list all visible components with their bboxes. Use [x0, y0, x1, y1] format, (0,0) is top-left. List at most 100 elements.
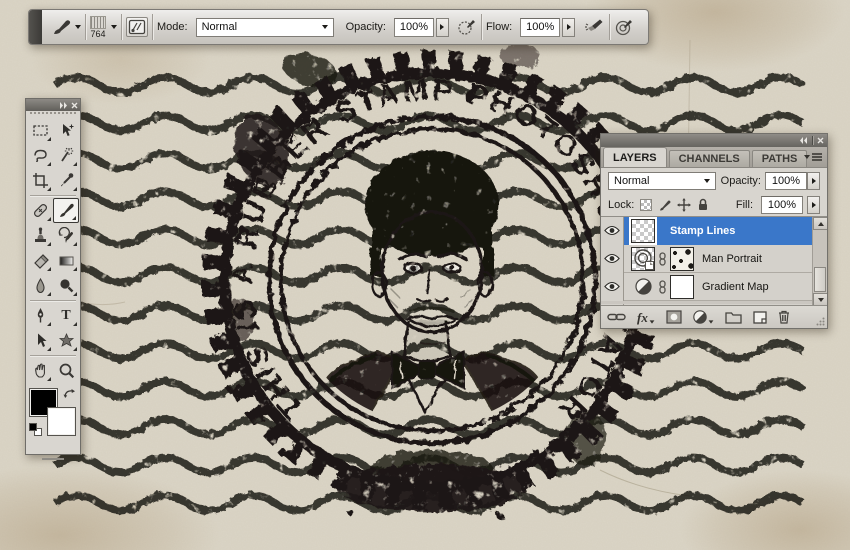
tool-options-bar: 764 Mode: Normal Opacity: 100% Flow: 100…: [28, 9, 649, 45]
tool-path-selection[interactable]: [27, 328, 53, 353]
tool-zoom[interactable]: [53, 358, 79, 383]
tool-type[interactable]: T: [53, 303, 79, 328]
delete-layer-icon[interactable]: [778, 310, 790, 324]
swap-colors-icon[interactable]: [62, 387, 77, 400]
divider: [30, 195, 76, 196]
layer-opacity-value: 100%: [772, 175, 800, 187]
expand-icon[interactable]: [59, 102, 68, 109]
tool-history-brush[interactable]: [53, 223, 79, 248]
new-group-icon[interactable]: [725, 311, 742, 324]
collapse-icon[interactable]: [799, 137, 808, 144]
lock-all-icon[interactable]: [695, 198, 710, 213]
flow-spinner[interactable]: [562, 18, 575, 37]
tool-rectangular-marquee[interactable]: [27, 118, 53, 143]
tool-clone-stamp[interactable]: [27, 223, 53, 248]
layer-mask-thumbnail[interactable]: [670, 247, 694, 271]
layer-name[interactable]: Man Portrait: [702, 253, 762, 265]
tool-brush[interactable]: [53, 198, 79, 223]
close-icon[interactable]: [817, 137, 824, 144]
tab-layers[interactable]: LAYERS: [603, 147, 667, 167]
layer-opacity-spinner[interactable]: [807, 172, 820, 190]
tool-preset-arrow[interactable]: [75, 25, 81, 29]
layer-row-man-portrait[interactable]: Man Portrait: [601, 245, 813, 273]
default-colors-icon[interactable]: [29, 423, 42, 436]
tool-spot-healing-brush[interactable]: [27, 198, 53, 223]
tool-move[interactable]: [53, 118, 79, 143]
smart-object-thumbnail[interactable]: [631, 247, 655, 271]
lock-transparency-icon[interactable]: [638, 198, 653, 213]
layer-row-stamp-lines[interactable]: Stamp Lines: [601, 217, 813, 245]
eye-icon: [604, 225, 620, 236]
scrollbar-thumb[interactable]: [814, 267, 826, 292]
mode-label: Mode:: [157, 21, 188, 33]
tool-gradient[interactable]: [53, 248, 79, 273]
layer-blend-mode-select[interactable]: Normal: [608, 172, 716, 190]
flow-input[interactable]: 100%: [520, 18, 560, 37]
fill-input[interactable]: 100%: [761, 196, 803, 214]
add-mask-icon[interactable]: [666, 310, 682, 324]
tool-crop[interactable]: [27, 168, 53, 193]
tool-eyedropper[interactable]: [53, 168, 79, 193]
tool-pen[interactable]: [27, 303, 53, 328]
layers-panel-footer: fx: [601, 305, 827, 328]
fill-spinner[interactable]: [807, 196, 820, 214]
scroll-down-icon[interactable]: [813, 293, 827, 305]
link-layers-icon[interactable]: [607, 312, 626, 322]
tool-magic-wand[interactable]: [53, 143, 79, 168]
toggle-brush-panel-button[interactable]: [126, 17, 148, 37]
panel-menu-icon[interactable]: [804, 153, 822, 161]
layer-thumbnail[interactable]: [631, 219, 655, 243]
visibility-toggle[interactable]: [601, 245, 624, 273]
tablet-size-icon[interactable]: [614, 18, 634, 36]
tool-dodge[interactable]: [53, 273, 79, 298]
layer-row-gradient-map[interactable]: Gradient Map: [601, 273, 813, 301]
current-tool[interactable]: [52, 18, 81, 36]
brush-picker-arrow[interactable]: [111, 25, 117, 29]
blend-opacity-row: Normal Opacity: 100%: [601, 168, 827, 194]
adjustment-layer-icon[interactable]: [631, 278, 655, 295]
blend-mode-select[interactable]: Normal: [196, 18, 334, 37]
tab-channels[interactable]: CHANNELS: [669, 150, 750, 167]
opacity-input[interactable]: 100%: [394, 18, 434, 37]
new-layer-icon[interactable]: [753, 311, 767, 324]
divider: [481, 14, 482, 40]
chain-link-icon: [659, 252, 666, 266]
chain-link-icon: [659, 280, 666, 294]
opacity-spinner[interactable]: [436, 18, 449, 37]
lock-pixels-icon[interactable]: [657, 198, 672, 213]
scroll-up-icon[interactable]: [813, 217, 827, 230]
close-icon[interactable]: [71, 102, 78, 109]
layer-blend-mode-value: Normal: [614, 175, 649, 187]
options-bar-grip[interactable]: [29, 10, 42, 44]
tool-custom-shape[interactable]: [53, 328, 79, 353]
layer-style-icon[interactable]: fx: [637, 311, 655, 324]
background-color-swatch[interactable]: [48, 408, 75, 435]
new-adjustment-icon[interactable]: [693, 310, 714, 324]
tablet-opacity-icon[interactable]: [457, 18, 477, 36]
airbrush-icon[interactable]: [583, 18, 605, 36]
tool-eraser[interactable]: [27, 248, 53, 273]
visibility-toggle[interactable]: [601, 273, 624, 301]
divider: [30, 355, 76, 356]
layer-name[interactable]: Stamp Lines: [670, 225, 735, 237]
tab-paths[interactable]: PATHS: [752, 150, 808, 167]
layers-scrollbar[interactable]: [812, 217, 827, 305]
visibility-toggle[interactable]: [601, 217, 624, 245]
adjustment-mask-thumbnail[interactable]: [670, 275, 694, 299]
tool-lasso[interactable]: [27, 143, 53, 168]
layer-opacity-input[interactable]: 100%: [765, 172, 807, 190]
tool-hand[interactable]: [27, 358, 53, 383]
toolbox-titlebar[interactable]: [26, 99, 80, 111]
panel-resize-grip[interactable]: [816, 317, 825, 326]
layer-opacity-label: Opacity:: [721, 175, 761, 187]
tool-blur[interactable]: [27, 273, 53, 298]
divider: [121, 14, 122, 40]
lock-position-icon[interactable]: [676, 198, 691, 213]
color-swatches: [26, 387, 80, 451]
toolbox-resize-grip[interactable]: [26, 454, 80, 464]
layers-panel-titlebar[interactable]: [601, 134, 827, 147]
brush-preset-picker[interactable]: 764: [90, 16, 117, 39]
layer-name[interactable]: Gradient Map: [702, 281, 769, 293]
blend-mode-value: Normal: [202, 21, 237, 33]
toggle-brush-panel-icon: [128, 19, 146, 35]
